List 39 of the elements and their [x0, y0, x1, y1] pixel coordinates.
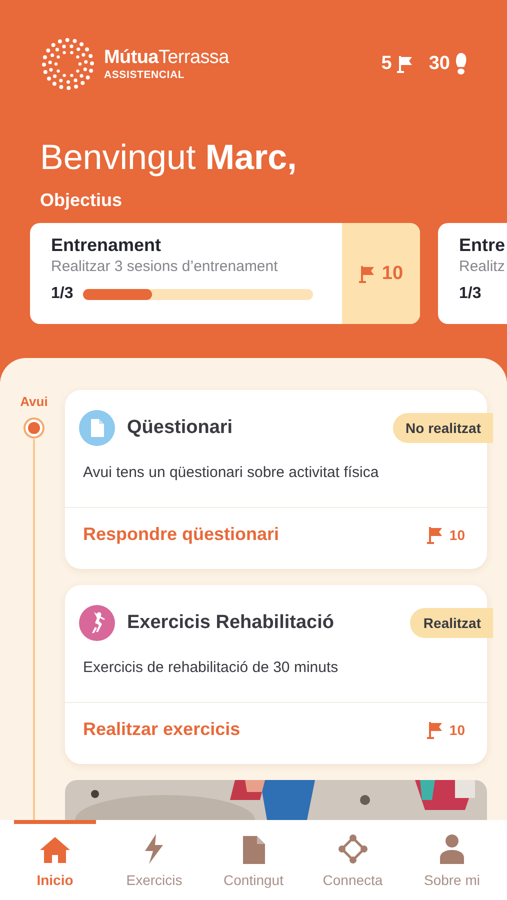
nav-tab[interactable]: Sobre mi: [411, 820, 493, 900]
nav-tab[interactable]: Inicio: [14, 820, 96, 900]
brand-name: MútuaTerrassa: [104, 47, 229, 69]
action-link[interactable]: Respondre qüestionari: [83, 524, 280, 545]
brand-subtitle: ASSISTENCIAL: [104, 69, 186, 81]
home-icon: [39, 836, 71, 864]
timeline-dot: [23, 417, 45, 439]
document-icon: [242, 836, 264, 864]
nav-tab[interactable]: Exercicis: [113, 820, 196, 900]
flag-icon: [396, 55, 413, 73]
activity-title: Exercicis Rehabilitació: [127, 612, 335, 634]
logo-icon: [40, 36, 96, 92]
goal-description: Realitzar 3 sesions d’entrenament: [51, 258, 279, 275]
flag-icon: [358, 264, 375, 282]
nav-tab[interactable]: Contingut: [212, 820, 294, 900]
action-link[interactable]: Realitzar exercicis: [83, 719, 240, 740]
activity-points: 10: [449, 722, 465, 738]
lightning-icon: [143, 834, 166, 864]
activity-title: Qüestionari: [127, 417, 234, 439]
stat-value: 5: [381, 53, 392, 75]
flag-icon: [427, 720, 444, 738]
goal-title: Entrenament: [51, 235, 162, 256]
status-badge: Realitzat: [410, 608, 493, 638]
section-title: Objectius: [40, 190, 124, 211]
stat-value: 30: [428, 53, 450, 75]
timeline-label: Avui: [20, 394, 48, 409]
nav-tab[interactable]: Connecta: [312, 820, 394, 900]
goal-description: Realitz: [459, 258, 506, 275]
reward-points: 10: [382, 262, 404, 284]
activity-description: Avui tens un qüestionari sobre activitat física: [82, 463, 380, 483]
person-icon: [439, 834, 465, 864]
footprint-icon: [455, 53, 467, 75]
activity-description: Exercicis de rehabilitació de 30 minuts: [82, 658, 340, 678]
activity-points: 10: [449, 526, 465, 542]
greeting: Benvingut Marc,: [40, 138, 298, 178]
goal-title: Entre: [459, 235, 506, 256]
status-badge: No realitzat: [392, 413, 493, 443]
network-icon: [338, 834, 368, 864]
flag-icon: [427, 526, 444, 544]
